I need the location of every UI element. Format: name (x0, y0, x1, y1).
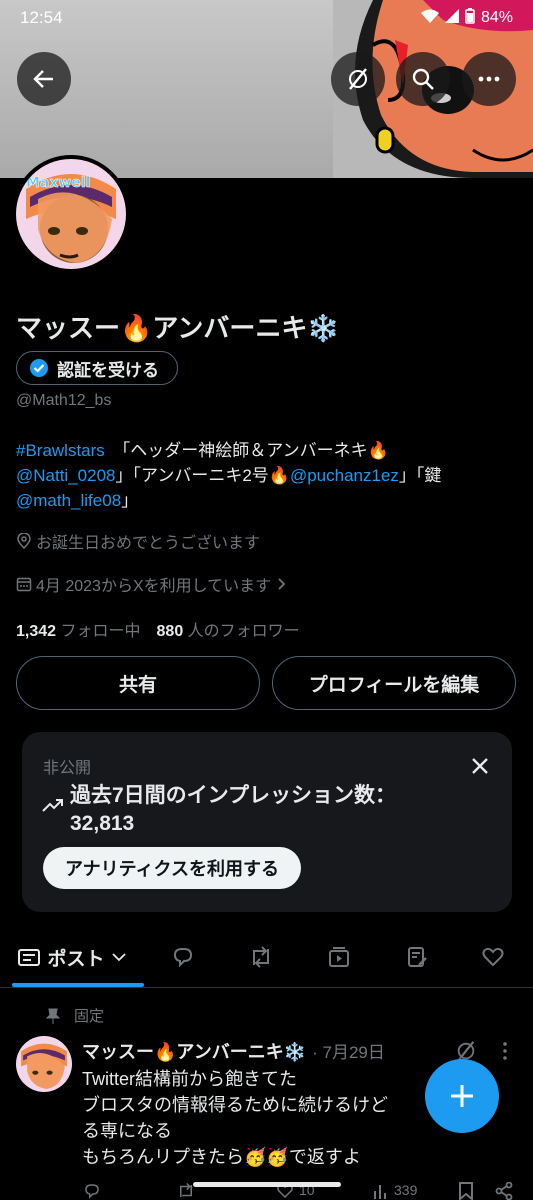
location-pin-icon (17, 533, 31, 549)
search-icon (412, 68, 434, 90)
views-action[interactable]: 339 (372, 1182, 417, 1200)
compose-button[interactable] (425, 1059, 499, 1133)
get-verified-label: 認証を受ける (57, 360, 159, 380)
tab-replies[interactable] (160, 928, 206, 986)
article-icon (408, 947, 427, 967)
birthday-row: お誕生日おめでとうございます (16, 529, 260, 553)
followers-count: 880 (156, 623, 184, 640)
analytics-card: 非公開 過去7日間のインプレッション数： 32,813 アナリティクスを利用する (22, 732, 512, 912)
reply-icon (173, 948, 193, 968)
repost-icon (253, 946, 269, 968)
post-date[interactable]: · 7月29日 (312, 1038, 385, 1063)
get-verified-button[interactable]: 認証を受ける (16, 351, 178, 385)
battery-percent: 84% (480, 9, 513, 26)
bio-mention[interactable]: @math_life08 (16, 491, 121, 510)
pinned-indicator: 固定 (46, 1005, 104, 1026)
close-icon[interactable] (468, 754, 492, 778)
chevron-right-icon (278, 578, 286, 590)
more-icon (478, 76, 500, 82)
status-bar: 12:54 84% (0, 0, 533, 36)
bio-text: 」「鍵 (398, 466, 442, 485)
heart-icon (482, 947, 504, 967)
following-count: 1,342 (16, 623, 57, 640)
following-label: フォロー中 (60, 623, 141, 640)
battery-icon (465, 7, 475, 29)
follow-stats: 1,342 フォロー中 880 人のフォロワー (16, 617, 300, 641)
profile-tabs: ポスト (0, 928, 533, 988)
post-author[interactable]: マッスー🔥アンバーニキ❄️ (82, 1038, 306, 1064)
post-line: もちろんリプきたら🥳🥳で返すよ (82, 1147, 361, 1167)
post-line: ブロスタの情報得るために続けるけど (82, 1095, 388, 1115)
bio-text: 「ヘッダー神絵師＆アンバーネキ🔥 (104, 441, 389, 460)
bio-mention[interactable]: @Natti_0208 (16, 466, 116, 485)
tab-posts[interactable]: ポスト (0, 928, 144, 987)
arrow-left-icon (33, 70, 53, 88)
joined-row[interactable]: 4月 2023からXを利用しています (16, 572, 287, 596)
private-label: 非公開 (43, 760, 92, 777)
gesture-nav-bar[interactable] (193, 1182, 341, 1187)
tab-reposts[interactable] (238, 928, 284, 986)
birthday-text: お誕生日おめでとうございます (36, 535, 261, 552)
profile-name: マッスー🔥アンバーニキ❄️ (16, 313, 340, 343)
share-button[interactable]: 共有 (16, 656, 260, 710)
profile-avatar[interactable]: Maxwell (12, 155, 130, 273)
back-button[interactable] (17, 52, 71, 106)
joined-text: 4月 2023からXを利用しています (36, 578, 272, 595)
post-avatar-image (16, 1036, 72, 1092)
chevron-down-icon (111, 953, 126, 962)
tab-posts-label: ポスト (47, 948, 105, 970)
reply-action-icon[interactable] (82, 1182, 102, 1200)
avatar-logo-text: Maxwell (26, 175, 90, 191)
posts-icon (18, 949, 41, 966)
followers-label: 人のフォロワー (187, 623, 300, 640)
search-button[interactable] (396, 52, 450, 106)
video-icon (329, 947, 349, 967)
bio-text: 」「アンバーニキ2号🔥 (115, 466, 290, 485)
trending-up-icon (42, 799, 63, 812)
bio-mention[interactable]: @puchanz1ez (290, 466, 399, 485)
more-button[interactable] (462, 52, 516, 106)
post-line: る専になる (82, 1121, 172, 1141)
signal-icon (444, 8, 459, 28)
post-avatar[interactable] (16, 1036, 72, 1092)
tab-likes[interactable] (470, 928, 516, 986)
active-tab-indicator (12, 983, 144, 987)
post-more-icon[interactable] (500, 1040, 510, 1062)
grok-button[interactable] (331, 52, 385, 106)
calendar-icon (16, 577, 32, 592)
use-analytics-button[interactable]: アナリティクスを利用する (43, 847, 302, 889)
share-icon[interactable] (495, 1181, 513, 1200)
pinned-label: 固定 (74, 1008, 105, 1025)
bookmark-icon[interactable] (458, 1182, 474, 1200)
edit-profile-button[interactable]: プロフィールを編集 (272, 656, 516, 710)
followers-link[interactable]: 880 人のフォロワー (157, 617, 300, 641)
post-line: Twitter結構前から飽きてた (82, 1069, 298, 1089)
profile-bio: #Brawlstars 「ヘッダー神絵師＆アンバーネキ🔥 @Natti_0208… (16, 438, 521, 513)
following-link[interactable]: 1,342 フォロー中 (16, 617, 141, 641)
view-count: 339 (394, 1182, 418, 1198)
bar-chart-icon (374, 1185, 386, 1199)
pin-icon (46, 1008, 60, 1024)
plus-icon (451, 1085, 473, 1107)
post-header: マッスー🔥アンバーニキ❄️ · 7月29日 (82, 1038, 385, 1064)
profile-handle: @Math12_bs (16, 392, 112, 409)
impressions-value: 32,813 (70, 812, 135, 835)
bio-text: 」 (121, 491, 139, 510)
impressions-summary: 過去7日間のインプレッション数： 32,813 (70, 782, 490, 838)
impressions-label: 過去7日間のインプレッション数： (70, 784, 397, 807)
grok-icon (349, 68, 367, 90)
tab-media[interactable] (316, 928, 362, 986)
tab-articles[interactable] (394, 928, 440, 986)
status-time: 12:54 (20, 8, 63, 27)
avatar-image: Maxwell (16, 159, 126, 269)
verified-badge-icon (30, 359, 48, 377)
wifi-icon (420, 9, 439, 28)
bio-hashtag[interactable]: #Brawlstars (16, 441, 105, 460)
